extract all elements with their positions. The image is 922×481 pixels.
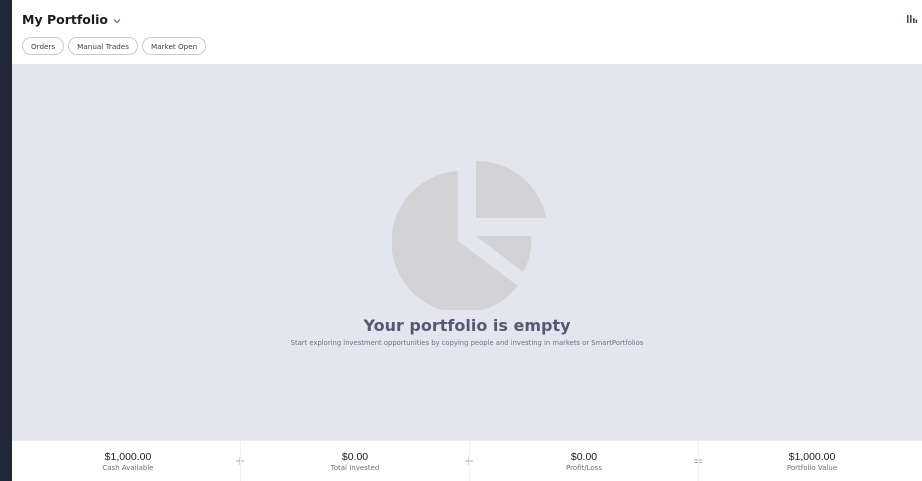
- portfolio-value-stat: $1,000.00 Portfolio Value: [722, 451, 902, 472]
- columns-layout-icon[interactable]: [906, 12, 918, 24]
- cash-available-stat: $1,000.00 Cash Available: [38, 451, 218, 472]
- portfolio-value-label: Portfolio Value: [786, 464, 838, 472]
- total-invested-stat: $0.00 Total Invested: [265, 451, 445, 472]
- profit-loss-stat: $0.00 Profit/Loss: [494, 451, 674, 472]
- profit-loss-value: $0.00: [570, 451, 598, 463]
- manual-trades-button[interactable]: Manual Trades: [68, 37, 138, 55]
- portfolio-empty-state: Your portfolio is empty Start exploring …: [12, 64, 922, 440]
- portfolio-value-value: $1,000.00: [788, 451, 836, 463]
- empty-state-title: Your portfolio is empty: [363, 316, 571, 335]
- portfolio-title-dropdown[interactable]: My Portfolio: [22, 10, 121, 28]
- page-title: My Portfolio: [22, 11, 109, 27]
- portfolio-filter-pills: Orders Manual Trades Market Open: [22, 37, 207, 55]
- portfolio-summary-bar: $1,000.00 Cash Available + $0.00 Total I…: [12, 440, 922, 481]
- divider: [698, 441, 699, 481]
- portfolio-header: My Portfolio Orders Manual Trades Market…: [12, 0, 922, 64]
- pie-chart-icon: [391, 160, 548, 313]
- profit-loss-label: Profit/Loss: [566, 464, 602, 472]
- total-invested-label: Total Invested: [330, 464, 380, 472]
- divider: [240, 441, 241, 481]
- chevron-down-icon: [113, 11, 121, 29]
- cash-available-label: Cash Available: [102, 464, 154, 472]
- portfolio-app: My Portfolio Orders Manual Trades Market…: [12, 0, 922, 481]
- orders-button[interactable]: Orders: [22, 37, 65, 55]
- total-invested-value: $0.00: [341, 451, 369, 463]
- divider: [469, 441, 470, 481]
- empty-state-subtitle: Start exploring investment opportunities…: [290, 339, 644, 347]
- market-open-button[interactable]: Market Open: [142, 37, 207, 55]
- cash-available-value: $1,000.00: [104, 451, 152, 463]
- left-sidebar-rail: [0, 0, 12, 481]
